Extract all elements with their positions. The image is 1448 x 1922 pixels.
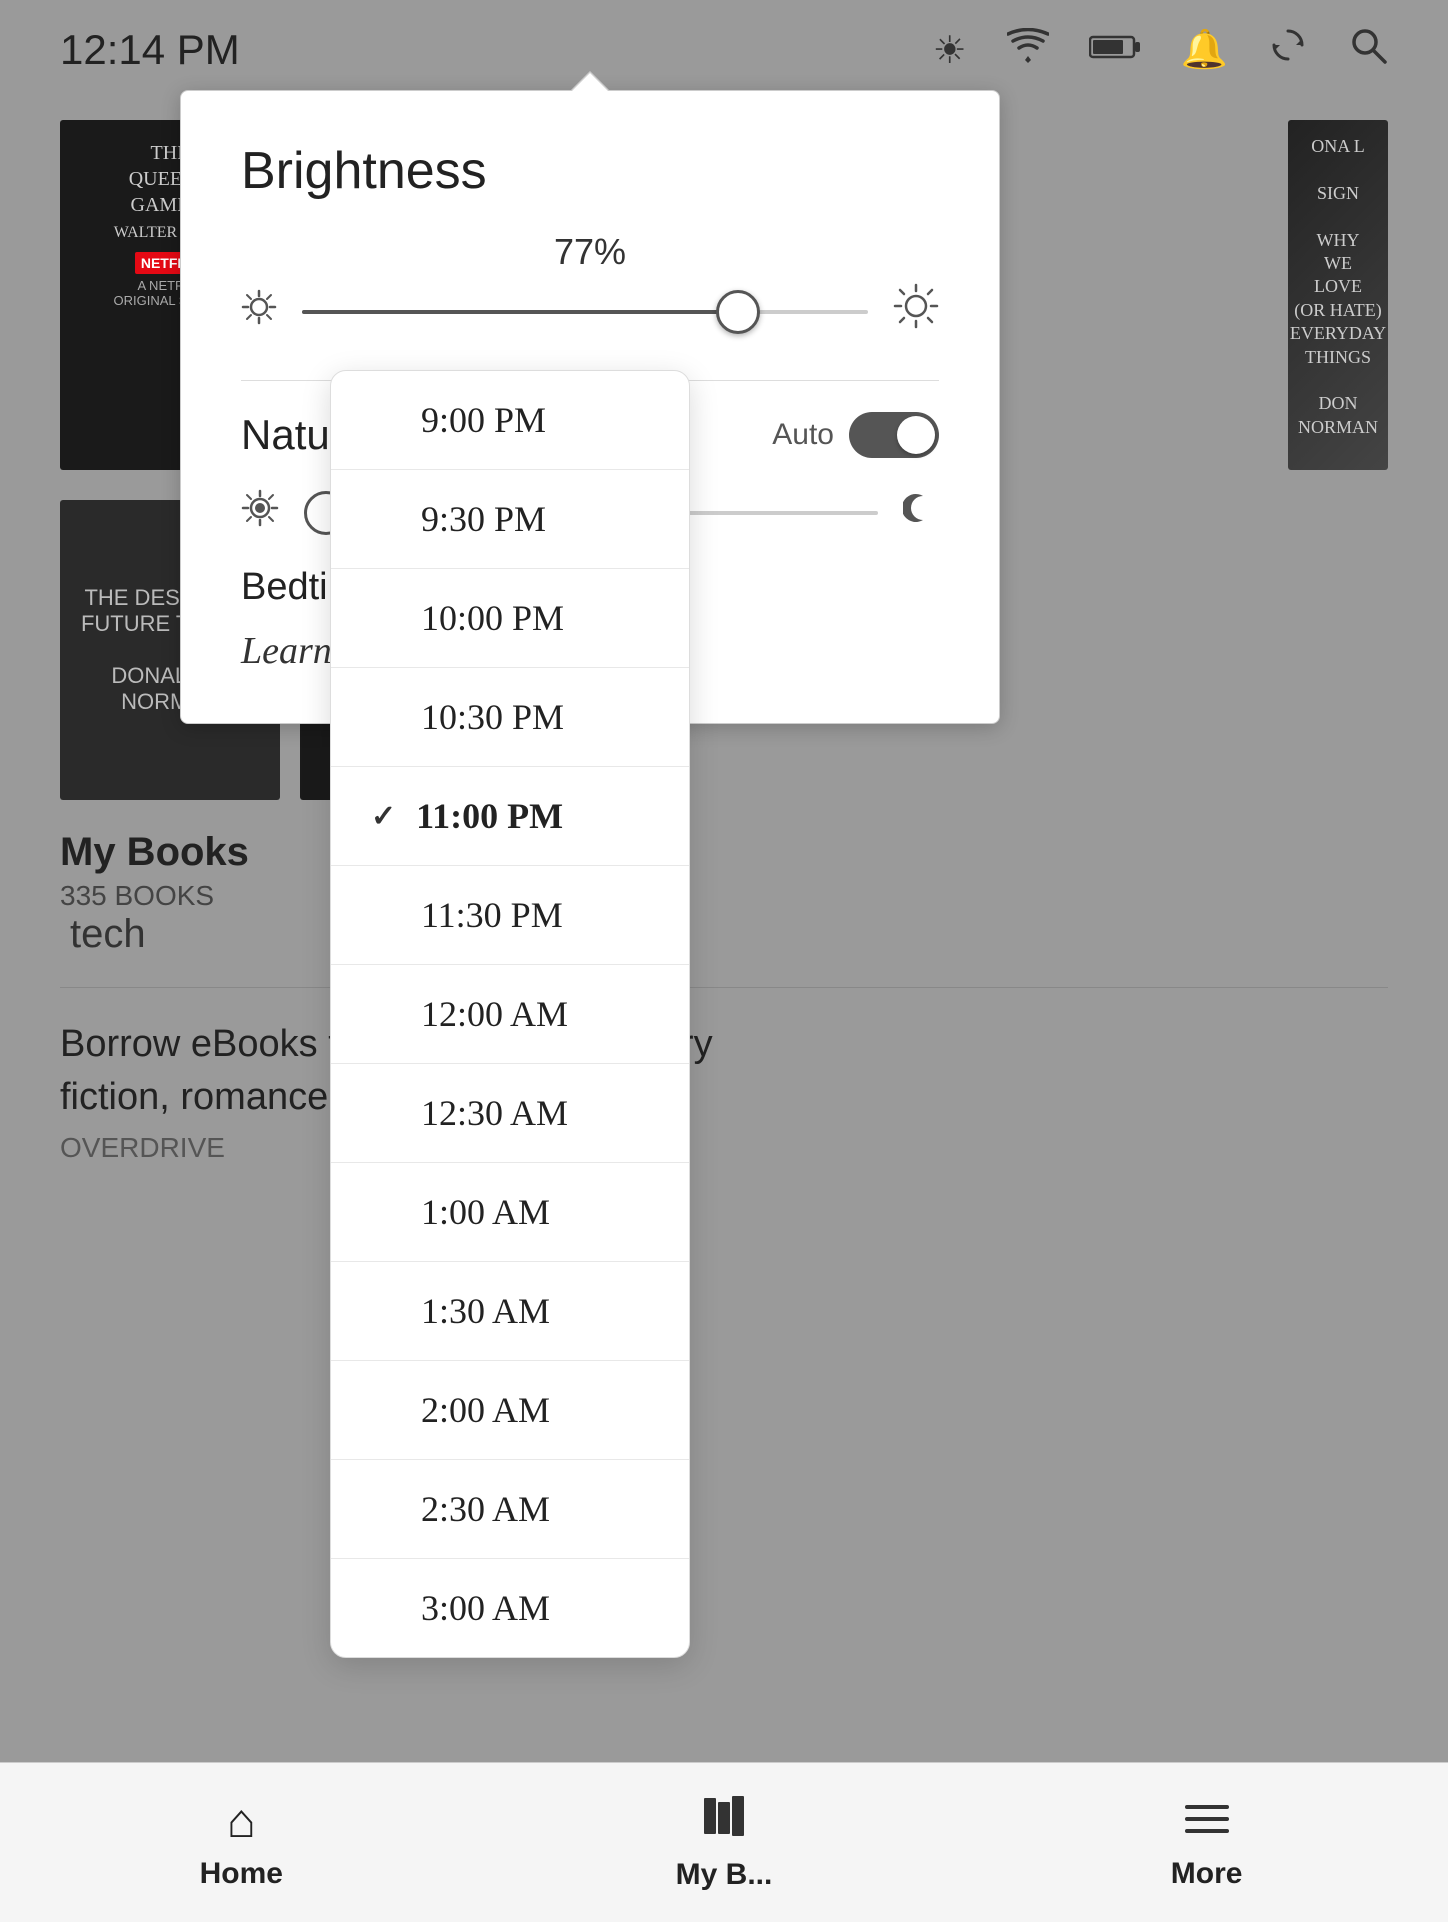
brightness-title: Brightness	[241, 141, 939, 201]
time-option-300am[interactable]: 3:00 AM	[331, 1559, 689, 1657]
battery-icon	[1089, 28, 1141, 72]
status-icons: ☀ 🔔	[933, 25, 1388, 75]
time-label-1100pm: 11:00 PM	[416, 795, 563, 837]
sun-large-icon	[893, 283, 939, 340]
home-label: Home	[200, 1857, 283, 1891]
checkmark-1100pm: ✓	[371, 799, 396, 834]
time-label-1000pm: 10:00 PM	[421, 597, 564, 639]
search-icon[interactable]	[1348, 25, 1388, 75]
brightness-slider-fill	[302, 310, 738, 314]
borrow-details: fiction, romance, and more	[60, 1071, 1388, 1124]
natural-light-controls: Auto	[772, 412, 939, 458]
time-option-1200am[interactable]: 12:00 AM	[331, 965, 689, 1064]
toggle-knob	[897, 416, 935, 454]
time-label-1200am: 12:00 AM	[421, 993, 568, 1035]
wifi-icon	[1007, 28, 1049, 73]
mybooks-icon	[700, 1794, 748, 1850]
time-option-1130pm[interactable]: 11:30 PM	[331, 866, 689, 965]
nav-home[interactable]: ⌂ Home	[141, 1794, 341, 1891]
brightness-slider-thumb[interactable]	[716, 290, 760, 334]
nav-mybooks[interactable]: My B...	[624, 1794, 824, 1892]
auto-label: Auto	[772, 418, 834, 452]
right-partial-cover[interactable]: ONA LSIGNWHYWELOVE(OR HATE)EVERYDAYTHING…	[1288, 120, 1388, 470]
bottom-nav: ⌂ Home My B... More	[0, 1762, 1448, 1922]
moon-icon	[903, 490, 939, 535]
time-option-900pm[interactable]: 9:00 PM	[331, 371, 689, 470]
sun-small-icon	[241, 289, 277, 334]
time-label-200am: 2:00 AM	[421, 1389, 550, 1431]
time-label-930pm: 9:30 PM	[421, 498, 546, 540]
more-icon	[1183, 1794, 1231, 1849]
mybooks-label: My B...	[676, 1858, 773, 1892]
time-label-1030pm: 10:30 PM	[421, 696, 564, 738]
notification-icon[interactable]: 🔔	[1181, 28, 1228, 72]
more-label: More	[1171, 1857, 1243, 1891]
time-option-930pm[interactable]: 9:30 PM	[331, 470, 689, 569]
warm-sun-icon	[241, 489, 279, 536]
brightness-percent: 77%	[241, 231, 939, 273]
my-books-section: My Books 335 BOOKS tech	[60, 830, 1388, 957]
time-label-230am: 2:30 AM	[421, 1488, 550, 1530]
time-option-1030pm[interactable]: 10:30 PM	[331, 668, 689, 767]
time-option-200am[interactable]: 2:00 AM	[331, 1361, 689, 1460]
brightness-icon[interactable]: ☀	[933, 28, 967, 73]
section-divider-1	[60, 987, 1388, 988]
brightness-slider-track[interactable]	[302, 310, 868, 314]
time-label-900pm: 9:00 PM	[421, 399, 546, 441]
home-icon: ⌂	[227, 1794, 256, 1849]
status-time: 12:14 PM	[60, 26, 240, 74]
status-bar: 12:14 PM ☀ 🔔	[0, 0, 1448, 100]
natural-light-toggle[interactable]	[849, 412, 939, 458]
time-label-130am: 1:30 AM	[421, 1290, 550, 1332]
tech-label: tech	[70, 912, 146, 956]
time-label-300am: 3:00 AM	[421, 1587, 550, 1629]
borrow-text: Borrow eBooks from your public library	[60, 1018, 1388, 1071]
time-option-100am[interactable]: 1:00 AM	[331, 1163, 689, 1262]
time-label-1230am: 12:30 AM	[421, 1092, 568, 1134]
my-books-count: 335 BOOKS	[60, 880, 1388, 912]
sync-icon[interactable]	[1268, 25, 1308, 75]
time-label-100am: 1:00 AM	[421, 1191, 550, 1233]
panel-arrow-inner	[572, 73, 608, 91]
my-books-label: My Books	[60, 830, 1388, 875]
time-label-1130pm: 11:30 PM	[421, 894, 563, 936]
time-picker: 9:00 PM 9:30 PM 10:00 PM 10:30 PM ✓ 11:0…	[330, 370, 690, 1658]
borrow-sublabel: OVERDRIVE	[60, 1132, 1388, 1164]
borrow-section: Borrow eBooks from your public library f…	[60, 1018, 1388, 1164]
time-option-1000pm[interactable]: 10:00 PM	[331, 569, 689, 668]
time-option-230am[interactable]: 2:30 AM	[331, 1460, 689, 1559]
nav-more[interactable]: More	[1107, 1794, 1307, 1891]
time-option-1230am[interactable]: 12:30 AM	[331, 1064, 689, 1163]
time-option-130am[interactable]: 1:30 AM	[331, 1262, 689, 1361]
brightness-slider-row	[241, 283, 939, 340]
time-option-1100pm[interactable]: ✓ 11:00 PM	[331, 767, 689, 866]
